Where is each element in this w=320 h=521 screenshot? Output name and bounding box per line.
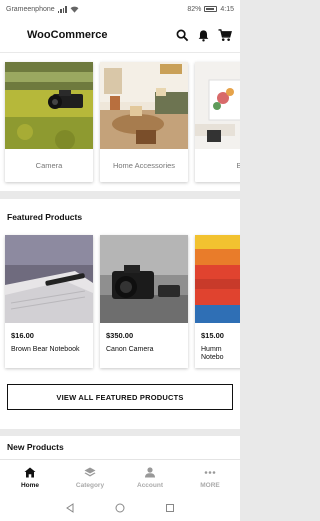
bottom-navigation: Home Category Account MORE [0, 459, 240, 495]
battery-icon [204, 6, 218, 12]
product-card[interactable]: $350.00 Canon Camera [100, 235, 188, 368]
app-title: WooCommerce [27, 29, 108, 41]
product-price: $15.00 [201, 331, 224, 340]
bell-icon[interactable] [197, 29, 210, 42]
home-circle-icon[interactable] [115, 503, 125, 513]
nav-label: Home [20, 481, 40, 489]
nav-label: Account [137, 481, 163, 489]
more-icon [204, 470, 216, 474]
product-card[interactable]: $16.00 Brown Bear Notebook [5, 235, 93, 368]
category-card-home-accessories[interactable]: Home Accessories [100, 62, 188, 182]
product-price: $16.00 [11, 331, 34, 340]
product-name: Notebo [201, 354, 224, 361]
search-icon[interactable] [176, 29, 189, 42]
category-label: B [236, 161, 240, 170]
product-image-notebook [5, 235, 93, 323]
category-image-camera [5, 62, 93, 149]
layers-icon [84, 467, 96, 476]
cart-icon[interactable] [218, 28, 232, 42]
category-card-third[interactable]: B [195, 62, 240, 182]
status-bar: Grameenphone 82% 4:15 [0, 0, 240, 18]
system-navigation-bar [0, 495, 240, 521]
signal-icon [57, 5, 67, 13]
category-image-third [195, 62, 240, 149]
product-name: Canon Camera [106, 346, 154, 353]
nav-account[interactable]: Account [120, 460, 180, 495]
person-icon [145, 466, 155, 477]
categories-carousel: Camera Home Accessories B [0, 53, 240, 191]
product-image-camera [100, 235, 188, 323]
battery-percent: 82% [187, 5, 202, 13]
view-all-featured-button[interactable]: VIEW ALL FEATURED PRODUCTS [7, 384, 233, 410]
recents-icon[interactable] [165, 503, 175, 513]
featured-products-title: Featured Products [7, 212, 83, 222]
product-name: Brown Bear Notebook [11, 346, 80, 353]
featured-products-section: Featured Products $16.00 Brown Bear Note… [0, 199, 240, 429]
category-label: Home Accessories [112, 161, 176, 170]
carrier-name: Grameenphone [6, 5, 55, 13]
home-icon [24, 467, 36, 477]
nav-label: Category [75, 481, 105, 489]
category-label: Camera [35, 161, 63, 170]
app-screen: Grameenphone 82% 4:15 WooCommerce Camera… [0, 0, 240, 521]
product-price: $350.00 [106, 331, 134, 340]
category-card-camera[interactable]: Camera [5, 62, 93, 182]
app-bar: WooCommerce [0, 18, 240, 52]
nav-home[interactable]: Home [0, 460, 60, 495]
new-products-title: New Products [7, 442, 64, 452]
product-card[interactable]: $15.00 Humm Notebo [195, 235, 240, 368]
back-icon[interactable] [65, 503, 75, 513]
nav-category[interactable]: Category [60, 460, 120, 495]
category-image-home-accessories [100, 62, 188, 149]
product-name: Humm [201, 346, 222, 353]
nav-more[interactable]: MORE [180, 460, 240, 495]
product-image-notebook-colored [195, 235, 240, 323]
clock: 4:15 [220, 5, 234, 13]
nav-label: MORE [200, 481, 220, 489]
wifi-icon [70, 6, 79, 13]
